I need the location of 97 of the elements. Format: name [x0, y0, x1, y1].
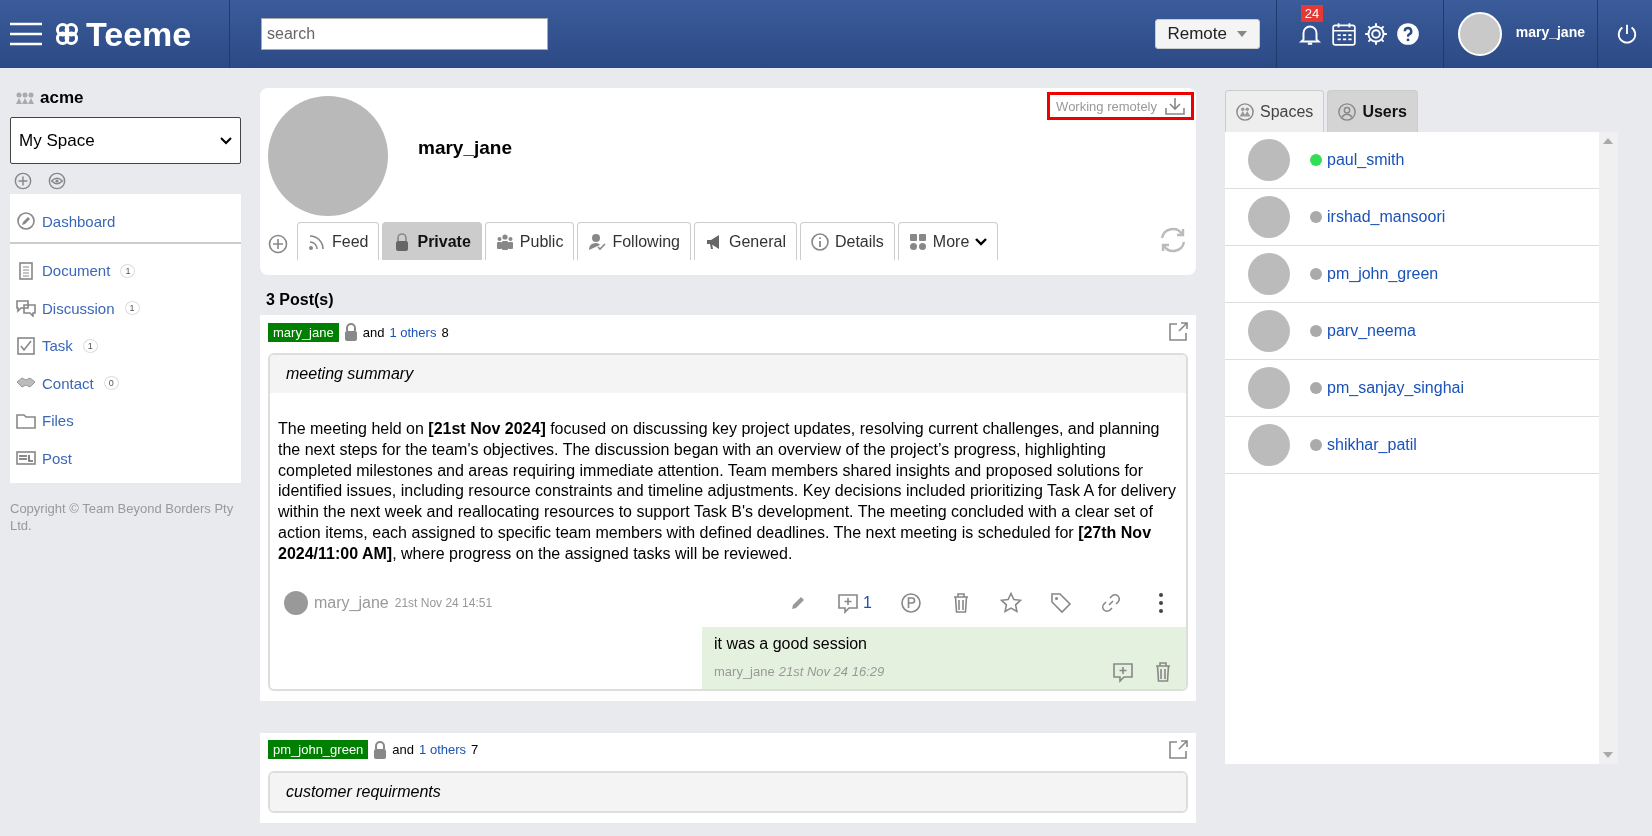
profile-tab[interactable]: Public: [484, 222, 575, 260]
user-link[interactable]: pm_sanjay_singhai: [1327, 379, 1464, 397]
add-icon[interactable]: [14, 172, 32, 190]
others-link[interactable]: 1 others: [419, 742, 467, 758]
checkbox-icon: [16, 336, 36, 355]
user-link[interactable]: parv_neema: [1327, 322, 1416, 340]
profile-name: mary_jane: [418, 136, 512, 159]
sidebar-item[interactable]: Post: [10, 439, 241, 477]
eye-icon[interactable]: [48, 172, 66, 190]
post-board-icon: [16, 449, 36, 468]
logo-text: Teeme: [86, 14, 192, 54]
user-photo-placeholder: [1248, 253, 1290, 295]
folder-icon: [16, 411, 36, 430]
caret-icon: [1237, 31, 1247, 37]
info-icon: [810, 232, 829, 251]
user-link[interactable]: irshad_mansoori: [1327, 208, 1446, 226]
power-icon[interactable]: [1616, 23, 1638, 45]
lock-icon: [343, 323, 358, 341]
sidebar-item[interactable]: Contact 0: [10, 364, 241, 402]
scroll-down-icon[interactable]: [1603, 752, 1614, 758]
group-circle-icon: [1236, 102, 1254, 121]
post-title: customer requirments: [270, 772, 1186, 811]
open-external-icon[interactable]: [1168, 322, 1188, 342]
post-number: 8: [441, 324, 449, 340]
menu-icon[interactable]: [10, 22, 42, 46]
profile-tab[interactable]: Private: [382, 222, 482, 260]
logo-mark-icon: [54, 21, 80, 47]
search-field[interactable]: search: [261, 18, 548, 50]
profile-tab[interactable]: Feed: [297, 222, 380, 260]
help-icon[interactable]: [1394, 21, 1421, 47]
profile-tab[interactable]: Following: [577, 222, 691, 260]
organization-name: acme: [40, 88, 84, 108]
space-select[interactable]: My Space: [10, 117, 241, 164]
chat-bubbles-icon: [16, 299, 36, 318]
user-photo-placeholder: [1248, 139, 1290, 181]
user-photo-placeholder: [1248, 196, 1290, 238]
add-icon[interactable]: [268, 234, 288, 254]
user-photo-placeholder: [1248, 367, 1290, 409]
open-external-icon[interactable]: [1168, 739, 1188, 760]
user-link[interactable]: pm_john_green: [1327, 265, 1439, 283]
comment-author: mary_jane: [714, 664, 775, 680]
comment-time: 21st Nov 24 16:29: [778, 664, 885, 680]
people-icon: [495, 232, 514, 251]
user-name[interactable]: mary_jane: [1515, 24, 1585, 44]
tag-icon[interactable]: [1050, 591, 1072, 614]
lock-icon: [373, 740, 388, 759]
posts-count: 3 Post(s): [265, 290, 335, 310]
user-photo-placeholder: [1248, 310, 1290, 352]
logo[interactable]: Teeme: [54, 14, 192, 54]
chevron-down-icon: [975, 237, 988, 246]
comment-add-icon[interactable]: [1112, 660, 1134, 683]
document-icon: [16, 261, 36, 280]
circled-p-icon[interactable]: [900, 591, 922, 614]
post-time: 21st Nov 24 14:51: [394, 595, 493, 610]
notification-count: 24: [1300, 5, 1324, 22]
sidebar-item[interactable]: Files: [10, 402, 241, 440]
avatar[interactable]: [1457, 12, 1502, 56]
panel-tab[interactable]: Users: [1327, 90, 1418, 132]
user-link[interactable]: shikhar_patil: [1327, 436, 1417, 454]
pencil-circle-icon: [16, 212, 36, 230]
user-link[interactable]: paul_smith: [1327, 151, 1405, 169]
settings-icon[interactable]: [1362, 21, 1389, 47]
mode-dropdown[interactable]: Remote: [1154, 19, 1260, 49]
comment-count[interactable]: 1: [863, 593, 872, 612]
user-photo-placeholder: [1248, 424, 1290, 466]
scroll-up-icon[interactable]: [1603, 138, 1614, 144]
author-avatar: [284, 590, 308, 615]
post-number: 7: [471, 742, 479, 758]
profile-tab[interactable]: General: [694, 222, 797, 260]
comment-add-icon[interactable]: [837, 591, 860, 614]
sidebar-item[interactable]: Task 1: [10, 327, 241, 365]
user-check-icon: [588, 232, 607, 251]
copyright-text: Copyright © Team Beyond Borders Pty Ltd.: [10, 501, 235, 535]
sidebar-item[interactable]: Document 1: [10, 252, 241, 290]
calendar-icon[interactable]: [1330, 21, 1357, 47]
refresh-icon[interactable]: [1158, 226, 1188, 254]
author-tag[interactable]: mary_jane: [268, 322, 339, 342]
rss-icon: [308, 232, 326, 251]
author-tag[interactable]: pm_john_green: [268, 740, 369, 760]
link-icon[interactable]: [1100, 591, 1122, 614]
user-circle-icon: [1338, 102, 1357, 121]
post-title: meeting summary: [270, 355, 1186, 393]
grid-icon: [908, 232, 927, 251]
download-icon: [1165, 97, 1185, 115]
connector-text: and: [392, 742, 415, 758]
panel-tab[interactable]: Spaces: [1225, 90, 1325, 132]
comment-text: it was a good session: [714, 634, 868, 653]
author-name: mary_jane: [314, 593, 389, 612]
others-link[interactable]: 1 others: [389, 324, 437, 340]
group-icon: [16, 92, 34, 104]
sidebar-item[interactable]: Discussion 1: [10, 289, 241, 327]
profile-tab[interactable]: Details: [799, 222, 895, 260]
star-icon[interactable]: [1000, 591, 1022, 614]
post-body: The meeting held on [21st Nov 2024] focused on discussing key project updates, resolving current challenges, and planning the next steps for the team's objectives. The discussion began with an overview of the project’s progress, highlighting completed milestones and areas requiring immediate attention. Team members shared insights and proposed solutions for identified issues, including resource constraints and timeline adjustments. Key decisions included prioritizing Task A for delivery within the next week and reallocating resources to support Task B's development. The meeting concluded with a clear set of action items, each assigned to specific team members with defined deadlines. The next meeting is scheduled for [27th Nov 2024/11:00 AM], where progress on the assigned tasks will be reviewed.: [277, 419, 1177, 564]
profile-tab[interactable]: More: [897, 222, 999, 260]
connector-text: and: [362, 324, 385, 340]
chevron-down-icon: [220, 136, 232, 145]
